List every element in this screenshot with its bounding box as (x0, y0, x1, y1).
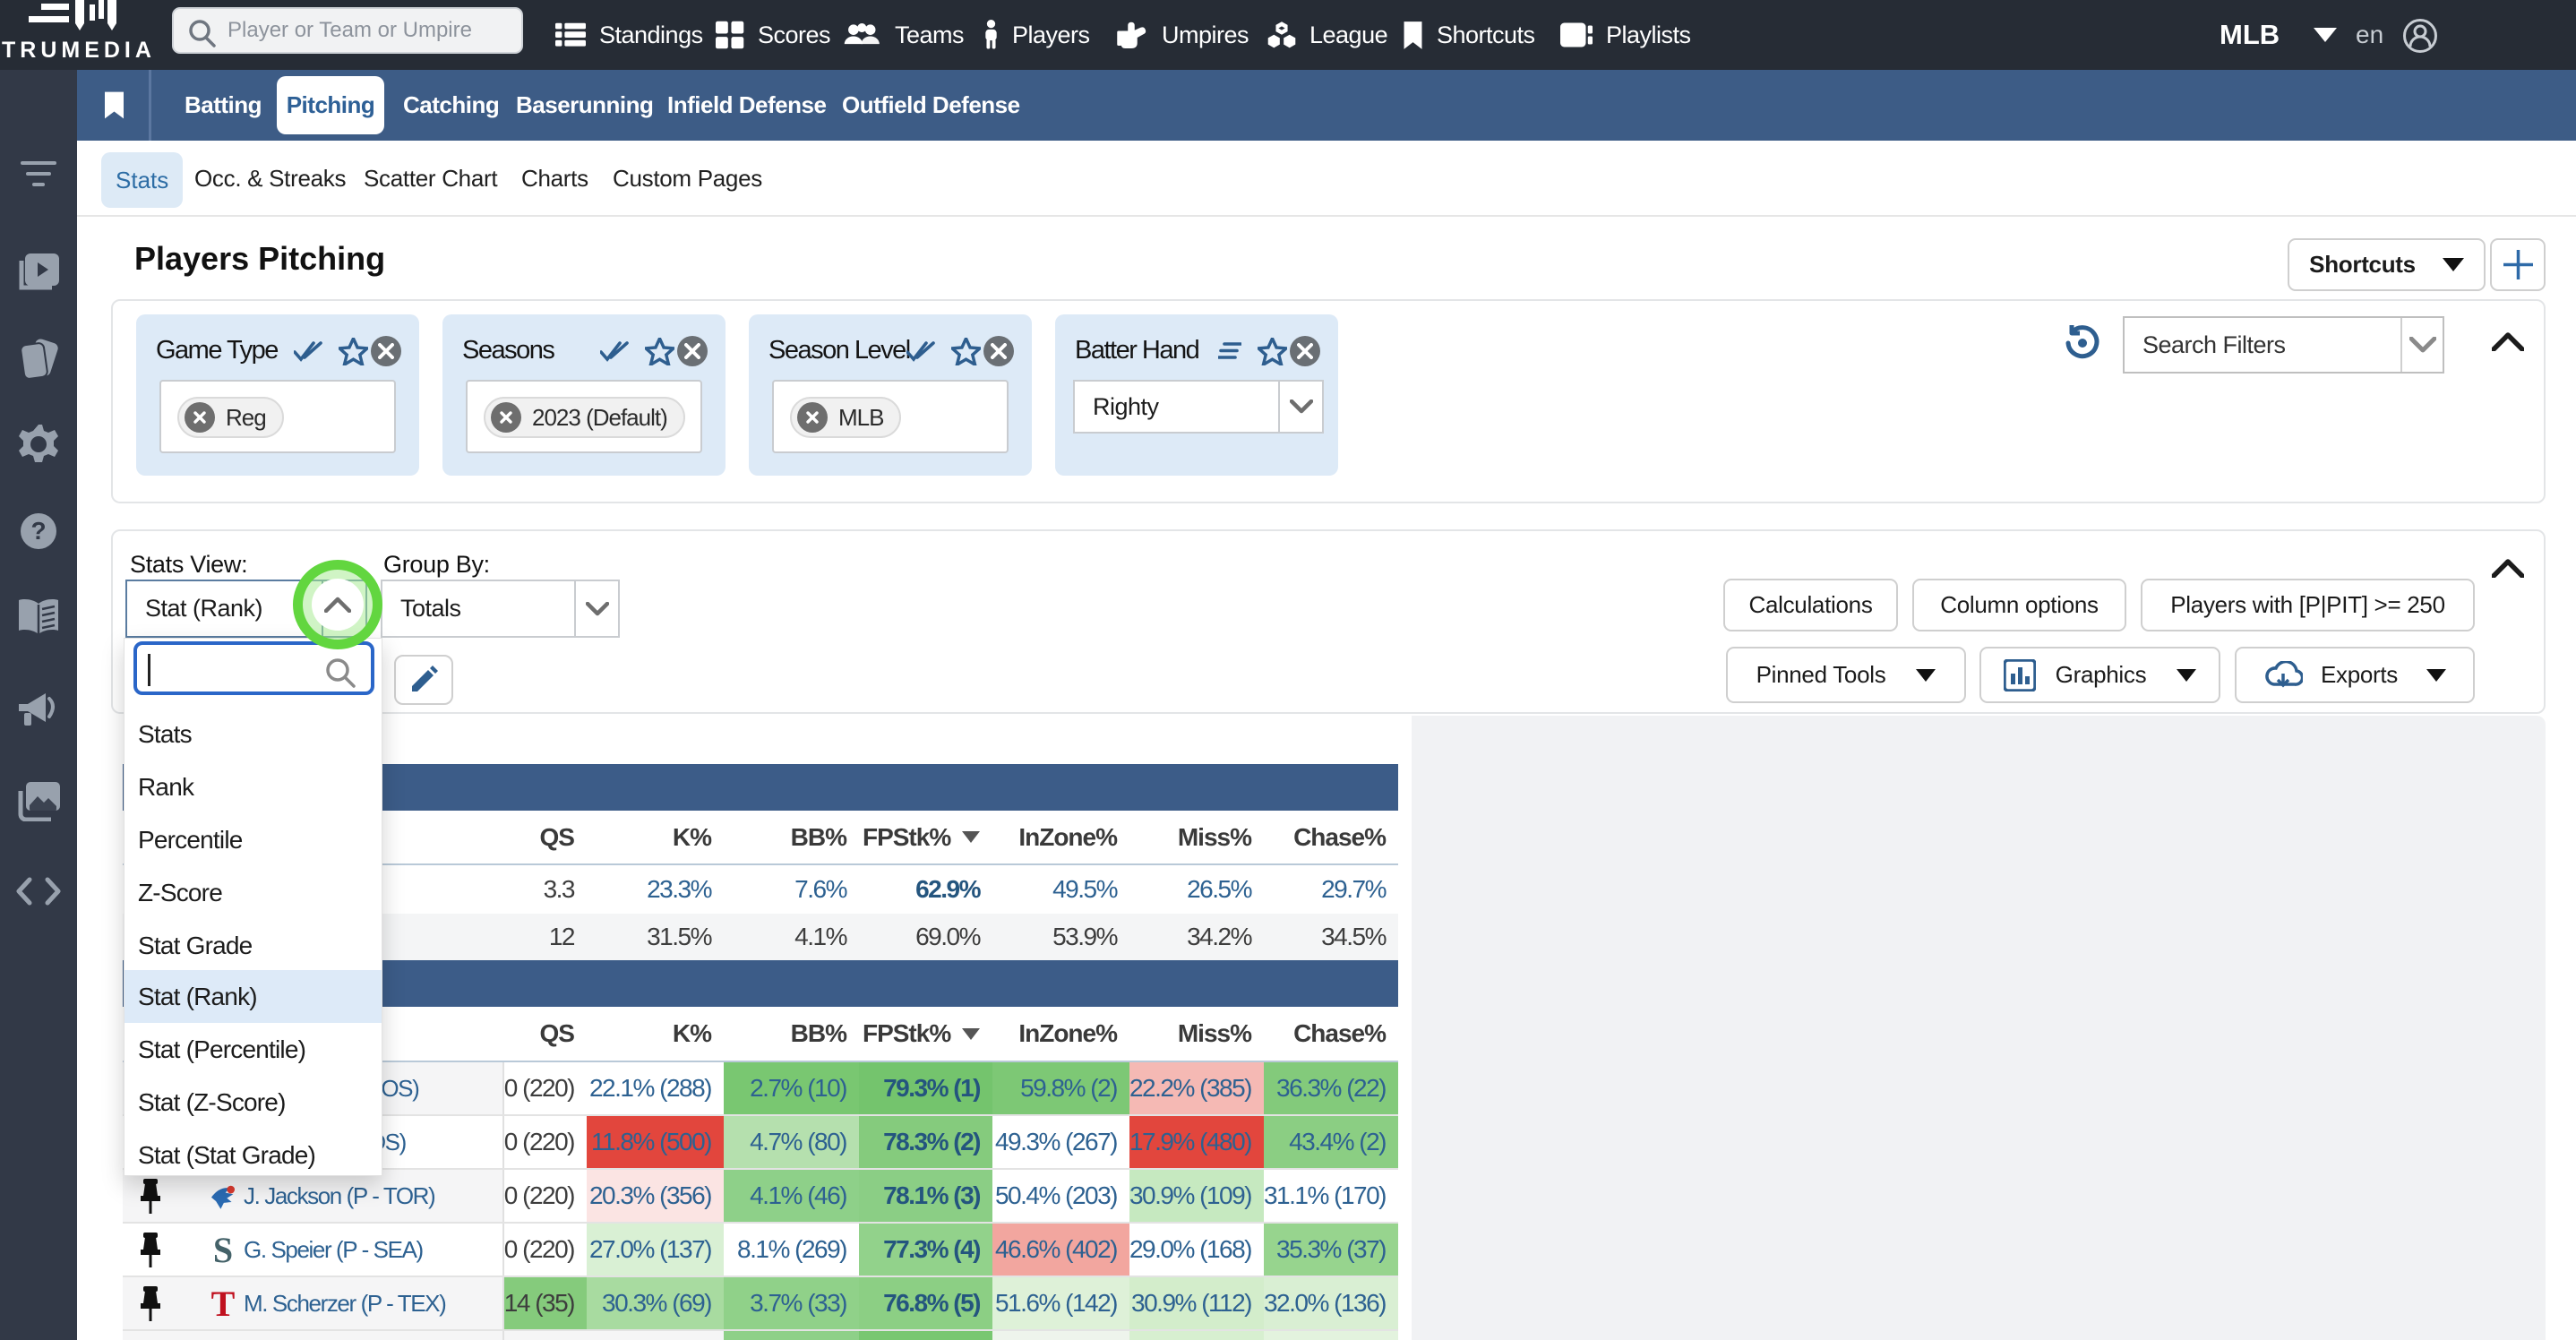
svg-text:?: ? (30, 517, 46, 545)
